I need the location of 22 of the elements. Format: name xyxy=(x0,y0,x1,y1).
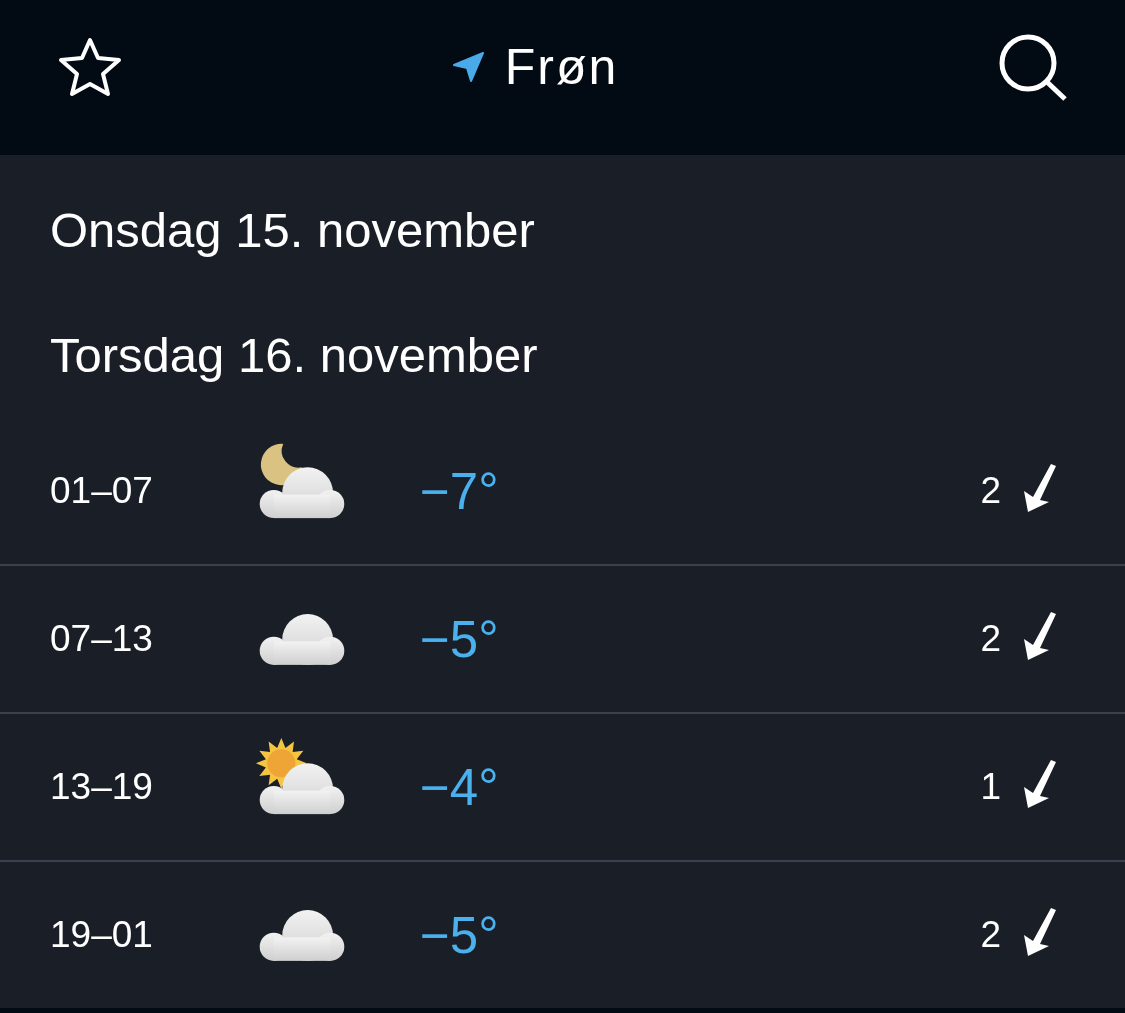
wind-speed: 2 xyxy=(980,470,1001,512)
period-time: 13–19 xyxy=(49,766,154,808)
temperature: −5° xyxy=(420,609,499,669)
navigation-arrow-icon xyxy=(451,50,485,83)
day-heading[interactable]: Torsdag 16. november xyxy=(0,293,538,418)
location-name[interactable]: Frøn xyxy=(504,36,619,97)
period-time: 19–01 xyxy=(49,914,154,956)
wind-arrow-icon xyxy=(1023,759,1057,809)
wind-arrow-icon xyxy=(1023,907,1057,957)
temperature: −5° xyxy=(420,905,499,965)
period-time: 07–13 xyxy=(49,618,154,660)
temperature: −4° xyxy=(420,757,499,817)
period-time: 01–07 xyxy=(49,470,154,512)
temperature: −7° xyxy=(420,461,499,521)
wind-speed: 1 xyxy=(980,766,1001,808)
wind-speed: 2 xyxy=(980,914,1001,956)
day-heading[interactable]: Onsdag 15. november xyxy=(0,168,535,293)
wind-arrow-icon xyxy=(1023,463,1057,513)
star-icon[interactable] xyxy=(58,36,122,97)
search-icon[interactable] xyxy=(998,32,1068,101)
wind-arrow-icon xyxy=(1023,611,1057,661)
wind-speed: 2 xyxy=(980,618,1001,660)
